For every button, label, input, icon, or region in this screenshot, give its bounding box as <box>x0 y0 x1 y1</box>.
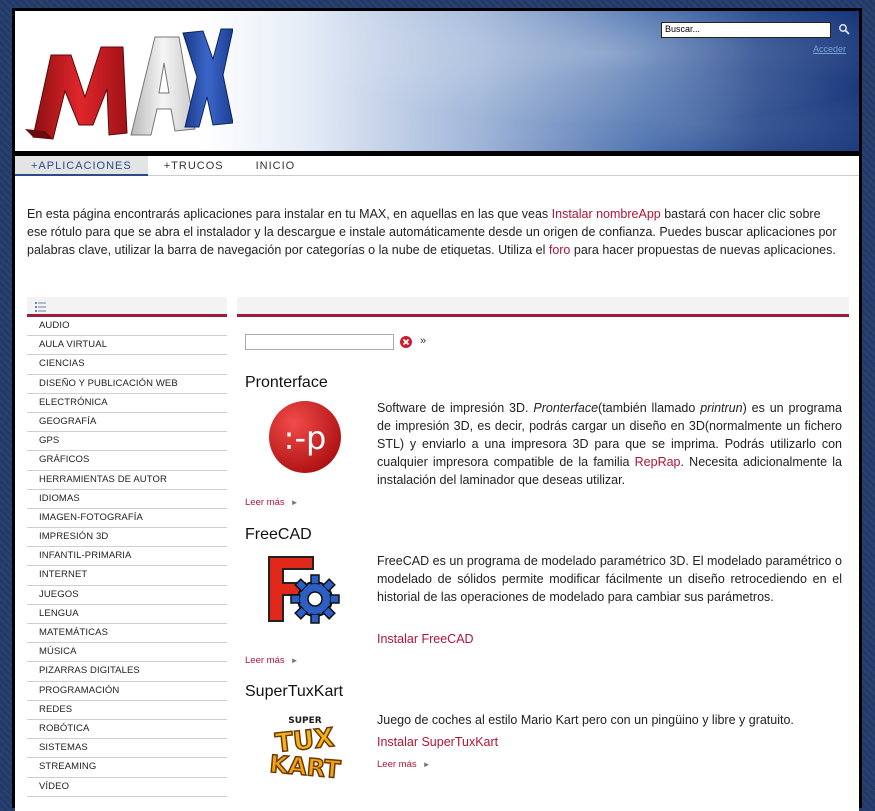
install-freecad-link[interactable]: Instalar FreeCAD <box>377 632 474 646</box>
intro-text: En esta página encontrarás aplicaciones … <box>27 205 842 259</box>
app-title-supertuxkart[interactable]: SuperTuxKart <box>245 683 343 701</box>
category-sidebar: AUDIO AULA VIRTUAL CIENCIAS DISEÑO Y PUBLIC… <box>27 297 227 797</box>
sidebar-item-audio[interactable]: AUDIO <box>27 317 227 337</box>
desc-part: (también llamado <box>598 401 701 415</box>
sidebar-item-juegos[interactable]: JUEGOS <box>27 586 227 605</box>
app-title-pronterface[interactable]: Pronterface <box>245 374 328 392</box>
clear-icon[interactable] <box>399 335 413 349</box>
desc-part: Software de impresión 3D. <box>377 401 534 415</box>
sidebar-item-impresion-3d[interactable]: IMPRESIÓN 3D <box>27 528 227 548</box>
page-frame: Buscar... Acceder +APLICACIONES +TRUCOS … <box>12 8 862 811</box>
main-nav: +APLICACIONES +TRUCOS INICIO <box>15 156 859 176</box>
sidebar-item-aula-virtual[interactable]: AULA VIRTUAL <box>27 336 227 356</box>
login-link[interactable]: Acceder <box>813 44 846 54</box>
search-icon[interactable] <box>838 23 850 35</box>
forum-link[interactable]: foro <box>549 243 571 257</box>
category-list: AUDIO AULA VIRTUAL CIENCIAS DISEÑO Y PUBLIC… <box>27 317 227 797</box>
max-logo[interactable] <box>23 17 233 147</box>
list-icon <box>35 302 46 312</box>
sidebar-item-sistemas[interactable]: SISTEMAS <box>27 739 227 759</box>
app-list: » Pronterface :-p Software de impresión … <box>237 297 849 781</box>
logo-letter-x <box>182 28 233 128</box>
sidebar-item-redes[interactable]: REDES <box>27 701 227 720</box>
content-header <box>237 297 849 317</box>
app-desc-supertuxkart: Juego de coches al estilo Mario Kart per… <box>377 713 794 727</box>
stk-logo-bot: KART <box>269 750 343 781</box>
sidebar-item-musica[interactable]: MÚSICA <box>27 643 227 663</box>
arrow-icon: ► <box>290 498 299 507</box>
install-example-link[interactable]: Instalar nombreApp <box>552 207 661 221</box>
sidebar-item-herramientas-de-autor[interactable]: HERRAMIENTAS DE AUTOR <box>27 471 227 490</box>
reprap-link[interactable]: RepRap <box>635 455 681 469</box>
sidebar-item-idiomas[interactable]: IDIOMAS <box>27 490 227 509</box>
desc-part: printrun <box>700 401 743 415</box>
supertuxkart-logo[interactable]: SUPER TUX KART <box>267 713 343 781</box>
sidebar-item-pizarras-digitales[interactable]: PIZARRAS DIGITALES <box>27 662 227 682</box>
read-more-pronterface[interactable]: Leer más ► <box>245 497 299 508</box>
intro-text-1: En esta página encontrarás aplicaciones … <box>27 207 552 221</box>
sidebar-item-gps[interactable]: GPS <box>27 432 227 452</box>
sidebar-item-internet[interactable]: INTERNET <box>27 566 227 586</box>
nav-item-trucos[interactable]: +TRUCOS <box>148 156 240 176</box>
app-desc-pronterface: Software de impresión 3D. Pronterface(ta… <box>377 399 842 489</box>
nav-item-inicio[interactable]: INICIO <box>240 156 312 176</box>
read-more-label: Leer más <box>245 497 285 508</box>
pronterface-logo[interactable]: :-p <box>267 399 343 475</box>
read-more-supertuxkart[interactable]: Leer más ► <box>377 759 431 770</box>
sidebar-item-streaming[interactable]: STREAMING <box>27 758 227 778</box>
sidebar-item-imagen-fotografia[interactable]: IMAGEN-FOTOGRAFÍA <box>27 509 227 529</box>
intro-text-3: para hacer propuestas de nuevas aplicaci… <box>570 243 836 257</box>
read-more-label: Leer más <box>245 655 285 666</box>
sidebar-header <box>27 297 227 317</box>
freecad-logo[interactable] <box>267 555 343 625</box>
nav-item-aplicaciones[interactable]: +APLICACIONES <box>15 156 148 176</box>
sidebar-item-robotica[interactable]: ROBÓTICA <box>27 720 227 740</box>
arrow-icon: ► <box>290 656 299 665</box>
sidebar-item-ciencias[interactable]: CIENCIAS <box>27 355 227 375</box>
sidebar-item-programacion[interactable]: PROGRAMACIÓN <box>27 682 227 701</box>
pronterface-logo-text: :-p <box>284 419 327 457</box>
sidebar-item-electronica[interactable]: ELECTRÓNICA <box>27 394 227 413</box>
desc-part: Pronterface <box>533 401 599 415</box>
filter-input[interactable] <box>245 334 394 350</box>
install-supertuxkart-link[interactable]: Instalar SuperTuxKart <box>377 735 498 749</box>
go-button[interactable]: » <box>420 335 426 347</box>
logo-letter-a <box>130 36 196 136</box>
page: Buscar... Acceder +APLICACIONES +TRUCOS … <box>15 11 859 811</box>
sidebar-item-lengua[interactable]: LENGUA <box>27 605 227 624</box>
site-header: Buscar... Acceder <box>15 11 859 151</box>
sidebar-item-diseno-y-publicacion-web[interactable]: DISEÑO Y PUBLICACIÓN WEB <box>27 375 227 394</box>
arrow-icon: ► <box>422 760 431 769</box>
read-more-freecad[interactable]: Leer más ► <box>245 655 299 666</box>
app-desc-freecad: FreeCAD es un programa de modelado param… <box>377 554 842 604</box>
read-more-label: Leer más <box>377 759 417 770</box>
search-input[interactable]: Buscar... <box>661 22 831 38</box>
app-title-freecad[interactable]: FreeCAD <box>245 526 312 544</box>
sidebar-item-graficos[interactable]: GRÁFICOS <box>27 451 227 471</box>
sidebar-item-video[interactable]: VÍDEO <box>27 778 227 797</box>
logo-letter-m <box>25 46 128 140</box>
sidebar-item-geografia[interactable]: GEOGRAFÍA <box>27 413 227 433</box>
sidebar-item-infantil-primaria[interactable]: INFANTIL-PRIMARIA <box>27 547 227 567</box>
sidebar-item-matematicas[interactable]: MATEMÁTICAS <box>27 624 227 644</box>
